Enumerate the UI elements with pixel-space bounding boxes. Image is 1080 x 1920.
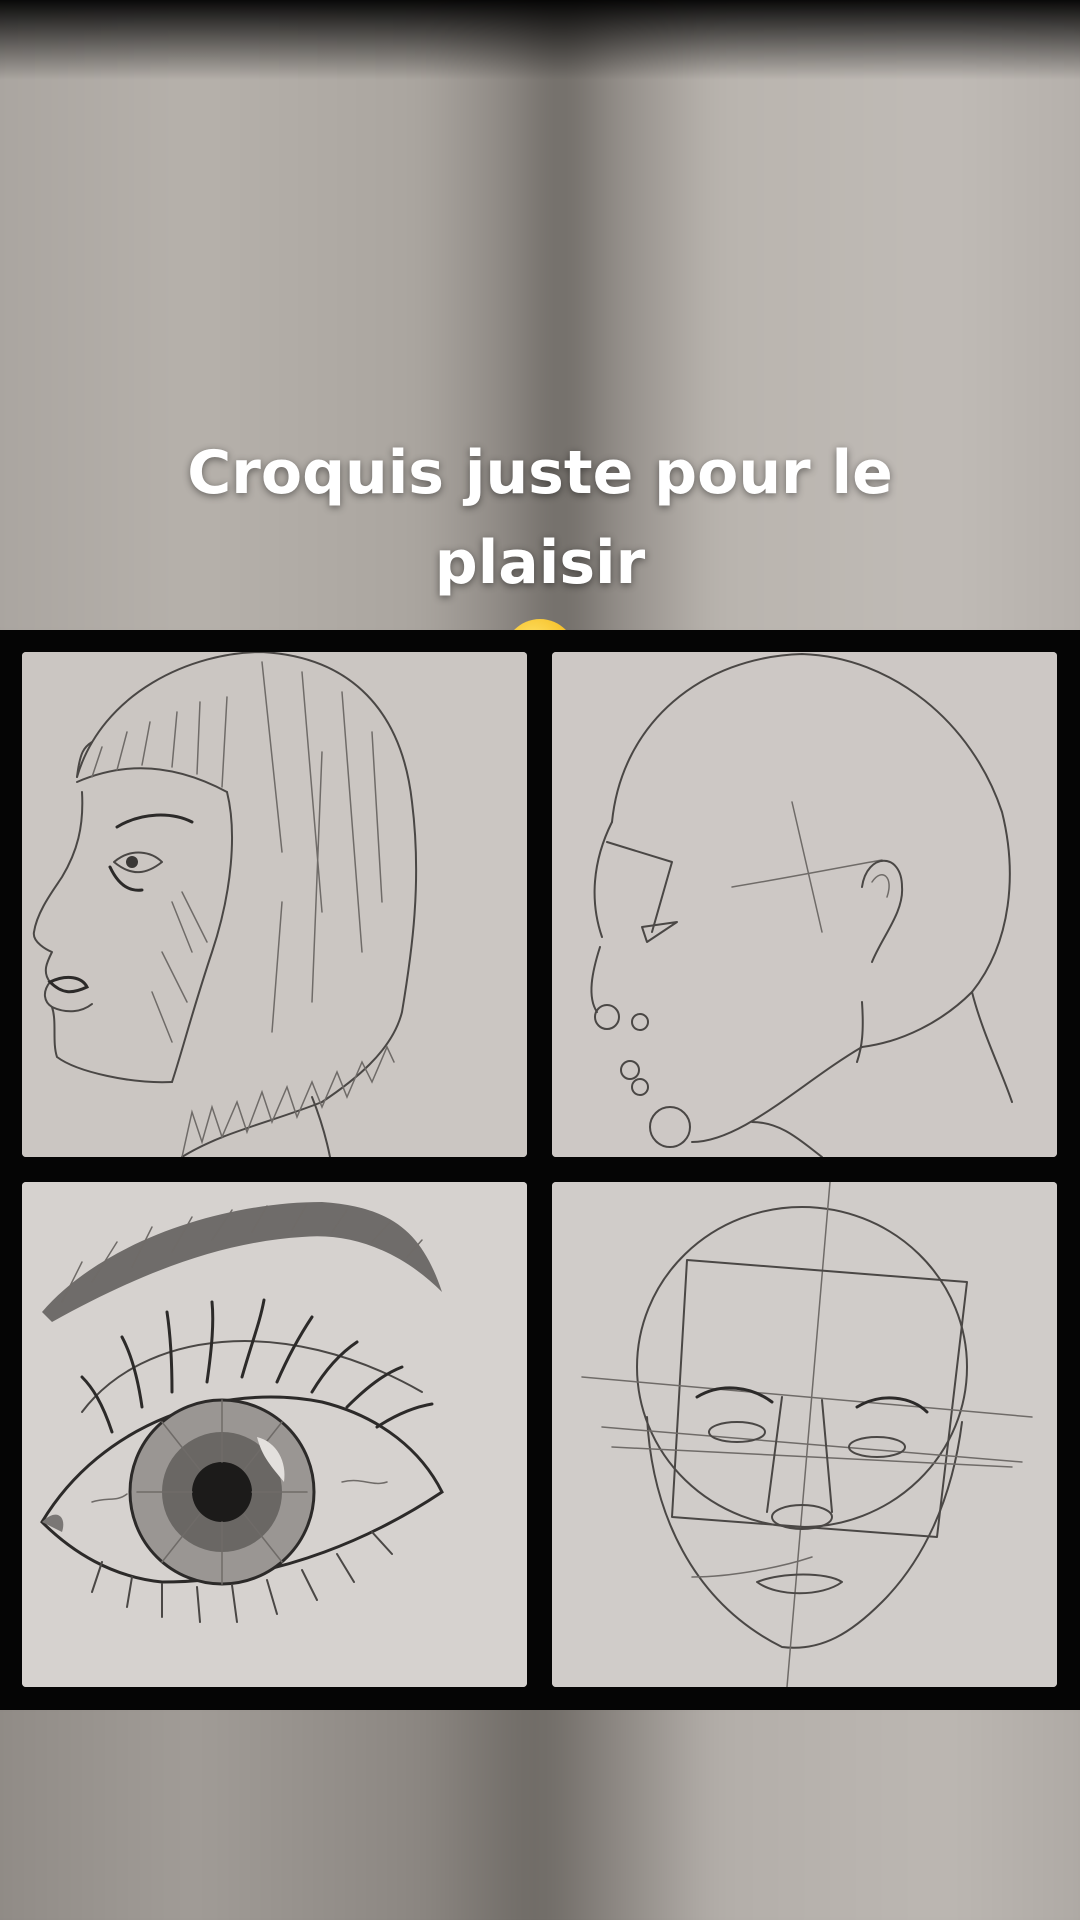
profile-portrait-drawing[interactable] — [22, 652, 527, 1157]
front-face-proportion-sketch — [552, 1182, 1057, 1687]
detailed-eye-sketch — [22, 1182, 527, 1687]
profile-head-construction-sketch — [552, 652, 1057, 1157]
story-screen: Croquis juste pour le plaisir — [0, 0, 1080, 1920]
profile-head-construction-drawing[interactable] — [552, 652, 1057, 1157]
front-face-proportion-drawing[interactable] — [552, 1182, 1057, 1687]
drawing-collage — [0, 630, 1080, 1710]
profile-portrait-sketch — [22, 652, 527, 1157]
blurred-background-bottom — [0, 1710, 1080, 1920]
caption-text: Croquis juste pour le plaisir — [187, 438, 893, 598]
detailed-eye-drawing[interactable] — [22, 1182, 527, 1687]
